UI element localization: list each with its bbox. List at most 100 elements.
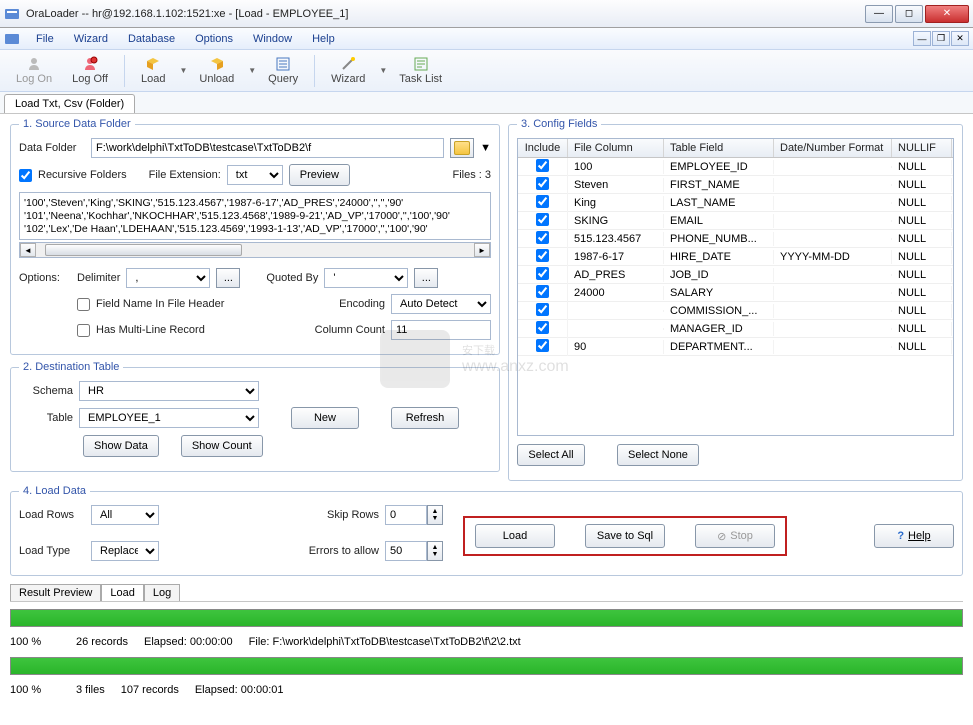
cell-tablefield[interactable]: SALARY [664, 286, 774, 300]
table-row[interactable]: 1987-6-17HIRE_DATEYYYY-MM-DDNULL [518, 248, 953, 266]
encoding-select[interactable]: Auto Detect [391, 294, 491, 314]
col-tablefield[interactable]: Table Field [664, 139, 774, 157]
include-checkbox[interactable] [536, 339, 549, 352]
recursive-checkbox[interactable] [19, 169, 32, 182]
refresh-button[interactable]: Refresh [391, 407, 459, 429]
menu-options[interactable]: Options [185, 31, 243, 47]
cell-tablefield[interactable]: LAST_NAME [664, 196, 774, 210]
scroll-thumb[interactable] [45, 244, 242, 256]
errors-spinner[interactable]: ▲▼ [427, 541, 443, 561]
cell-tablefield[interactable]: COMMISSION_... [664, 304, 774, 318]
cell-tablefield[interactable]: EMPLOYEE_ID [664, 160, 774, 174]
include-checkbox[interactable] [536, 249, 549, 262]
close-button[interactable]: ✕ [925, 5, 969, 23]
cell-tablefield[interactable]: DEPARTMENT... [664, 340, 774, 354]
col-datefmt[interactable]: Date/Number Format [774, 139, 892, 157]
delimiter-more-button[interactable]: ... [216, 268, 240, 288]
cell-filecol[interactable] [568, 310, 664, 312]
delimiter-select[interactable]: , [126, 268, 210, 288]
cell-datefmt[interactable] [774, 310, 892, 312]
stop-button[interactable]: ⊘Stop [695, 524, 775, 548]
cell-datefmt[interactable] [774, 274, 892, 276]
cell-nullif[interactable]: NULL [892, 214, 952, 228]
load-button[interactable]: Load [133, 54, 173, 87]
selectnone-button[interactable]: Select None [617, 444, 699, 466]
include-checkbox[interactable] [536, 303, 549, 316]
load-dropdown-icon[interactable]: ▼ [177, 66, 187, 75]
menu-database[interactable]: Database [118, 31, 185, 47]
logoff-button[interactable]: Log Off [64, 54, 116, 87]
scroll-right-icon[interactable]: ► [474, 243, 490, 257]
cell-nullif[interactable]: NULL [892, 322, 952, 336]
cell-tablefield[interactable]: EMAIL [664, 214, 774, 228]
showdata-button[interactable]: Show Data [83, 435, 159, 457]
include-checkbox[interactable] [536, 285, 549, 298]
cell-filecol[interactable]: 24000 [568, 286, 664, 300]
wizard-dropdown-icon[interactable]: ▼ [377, 66, 387, 75]
cell-nullif[interactable]: NULL [892, 160, 952, 174]
preview-textarea[interactable]: '100','Steven','King','SKING','515.123.4… [19, 192, 491, 240]
include-checkbox[interactable] [536, 213, 549, 226]
mdi-restore[interactable]: ❐ [932, 31, 950, 46]
cell-nullif[interactable]: NULL [892, 232, 952, 246]
errors-input[interactable] [385, 541, 427, 561]
colcount-input[interactable] [391, 320, 491, 340]
cell-nullif[interactable]: NULL [892, 304, 952, 318]
cell-filecol[interactable]: SKING [568, 214, 664, 228]
include-checkbox[interactable] [536, 159, 549, 172]
tasklist-button[interactable]: Task List [391, 54, 450, 87]
cell-datefmt[interactable] [774, 202, 892, 204]
tab-load-txt-csv[interactable]: Load Txt, Csv (Folder) [4, 94, 135, 113]
file-ext-select[interactable]: txt [227, 165, 283, 185]
loadrows-select[interactable]: All [91, 505, 159, 525]
cell-nullif[interactable]: NULL [892, 286, 952, 300]
help-button[interactable]: ?Help [874, 524, 954, 548]
table-row[interactable]: MANAGER_IDNULL [518, 320, 953, 338]
selectall-button[interactable]: Select All [517, 444, 585, 466]
cell-filecol[interactable]: 90 [568, 340, 664, 354]
cell-datefmt[interactable] [774, 328, 892, 330]
cell-filecol[interactable]: 100 [568, 160, 664, 174]
tab-result-preview[interactable]: Result Preview [10, 584, 101, 601]
cell-tablefield[interactable]: HIRE_DATE [664, 250, 774, 264]
cell-nullif[interactable]: NULL [892, 250, 952, 264]
scroll-left-icon[interactable]: ◄ [20, 243, 36, 257]
cell-nullif[interactable]: NULL [892, 268, 952, 282]
table-row[interactable]: KingLAST_NAME NULL [518, 194, 953, 212]
table-row[interactable]: 90DEPARTMENT...NULL [518, 338, 953, 356]
cell-nullif[interactable]: NULL [892, 196, 952, 210]
multiline-checkbox[interactable] [77, 324, 90, 337]
minimize-button[interactable]: — [865, 5, 893, 23]
col-filecolumn[interactable]: File Column [568, 139, 664, 157]
cell-filecol[interactable]: Steven [568, 178, 664, 192]
mdi-close[interactable]: ✕ [951, 31, 969, 46]
cell-filecol[interactable]: 515.123.4567 [568, 232, 664, 246]
menu-file[interactable]: File [26, 31, 64, 47]
cell-filecol[interactable]: King [568, 196, 664, 210]
include-checkbox[interactable] [536, 177, 549, 190]
skiprows-input[interactable] [385, 505, 427, 525]
col-include[interactable]: Include [518, 139, 568, 157]
browse-folder-button[interactable] [450, 138, 474, 158]
menu-wizard[interactable]: Wizard [64, 31, 118, 47]
preview-button[interactable]: Preview [289, 164, 350, 186]
quotedby-more-button[interactable]: ... [414, 268, 438, 288]
mdi-minimize[interactable]: — [913, 31, 931, 46]
cell-tablefield[interactable]: FIRST_NAME [664, 178, 774, 192]
cell-datefmt[interactable]: YYYY-MM-DD [774, 250, 892, 264]
table-select[interactable]: EMPLOYEE_1 [79, 408, 259, 428]
table-row[interactable]: 24000SALARY NULL [518, 284, 953, 302]
table-row[interactable]: StevenFIRST_NAMENULL [518, 176, 953, 194]
menu-help[interactable]: Help [302, 31, 345, 47]
skiprows-spinner[interactable]: ▲▼ [427, 505, 443, 525]
cell-filecol[interactable]: AD_PRES [568, 268, 664, 282]
cell-datefmt[interactable] [774, 238, 892, 240]
load-action-button[interactable]: Load [475, 524, 555, 548]
new-button[interactable]: New [291, 407, 359, 429]
logon-button[interactable]: Log On [8, 54, 60, 87]
unload-button[interactable]: Unload [191, 54, 242, 87]
cell-filecol[interactable] [568, 328, 664, 330]
maximize-button[interactable]: ◻ [895, 5, 923, 23]
cell-datefmt[interactable] [774, 220, 892, 222]
cell-filecol[interactable]: 1987-6-17 [568, 250, 664, 264]
